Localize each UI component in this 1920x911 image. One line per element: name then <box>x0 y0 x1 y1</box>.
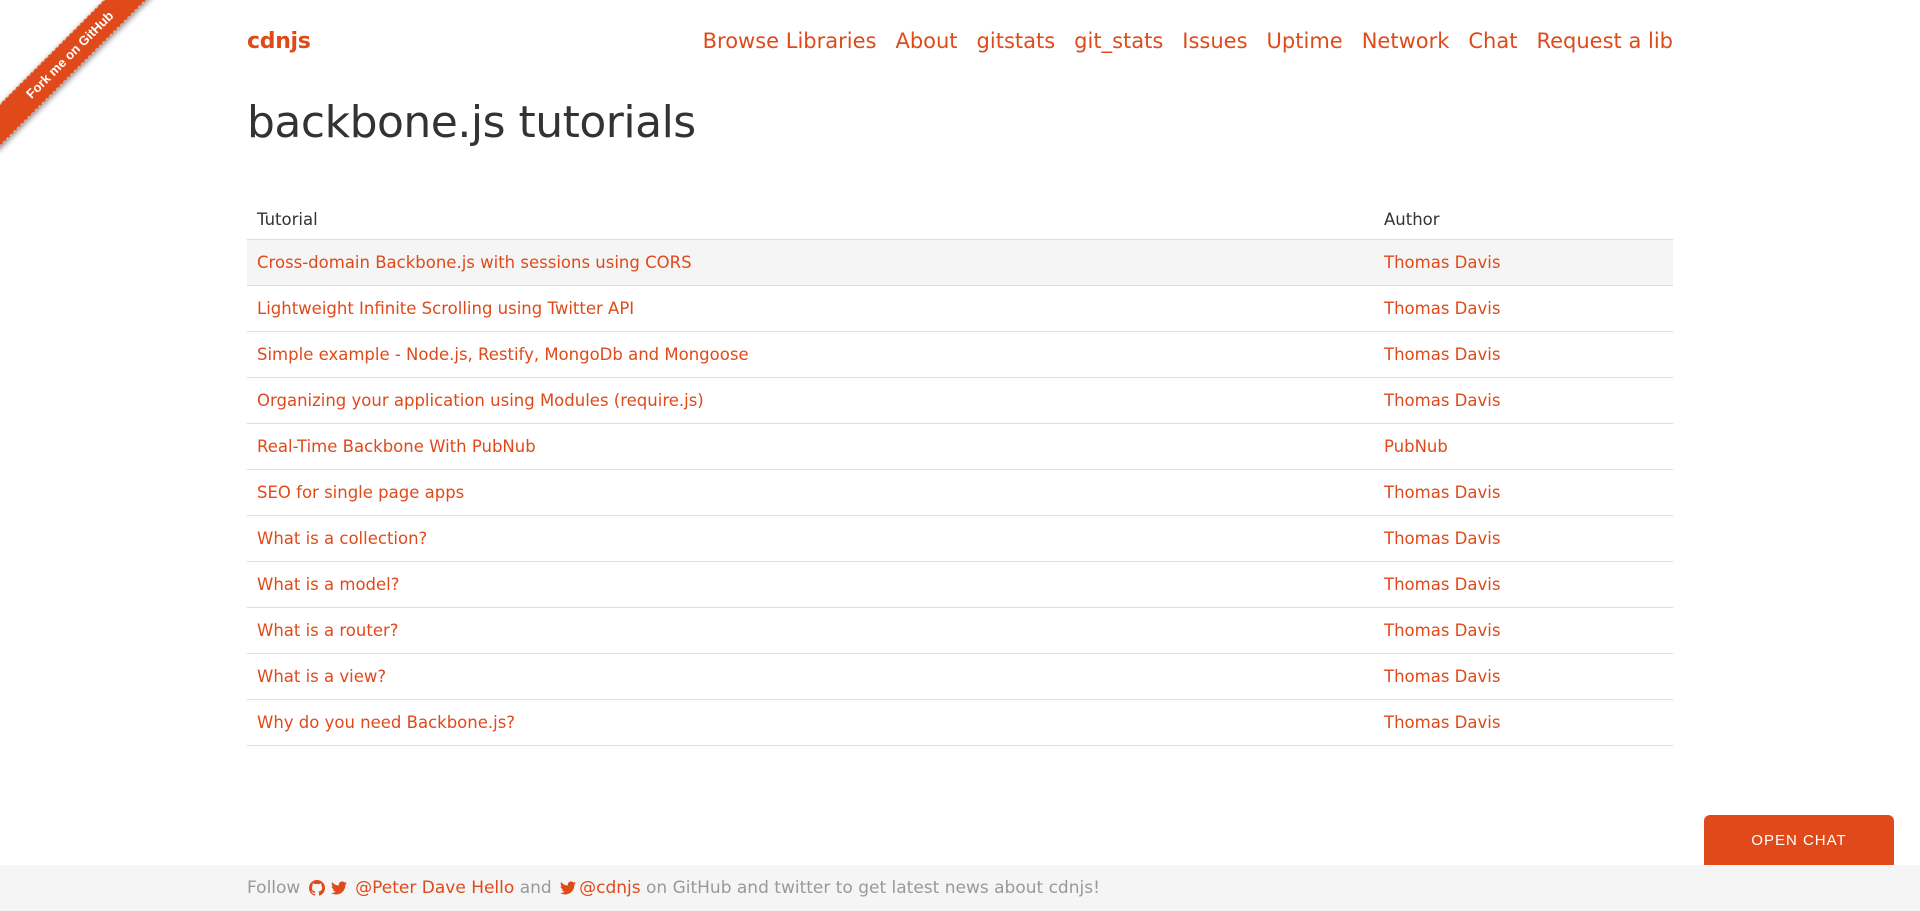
footer-suffix: on GitHub and twitter to get latest news… <box>646 878 1100 898</box>
table-row: Real-Time Backbone With PubNub PubNub <box>247 423 1673 470</box>
author-cell: Thomas Davis <box>1374 653 1673 700</box>
tutorial-link[interactable]: Simple example - Node.js, Restify, Mongo… <box>257 345 749 364</box>
tutorial-cell: What is a collection? <box>247 515 1374 562</box>
table-row: What is a model? Thomas Davis <box>247 561 1673 608</box>
nav-issues[interactable]: Issues <box>1182 29 1247 53</box>
nav-git-stats[interactable]: git_stats <box>1074 29 1163 53</box>
table-row: Why do you need Backbone.js? Thomas Davis <box>247 699 1673 746</box>
table-row: Organizing your application using Module… <box>247 377 1673 424</box>
navbar: cdnjs Browse Libraries About gitstats gi… <box>247 0 1673 82</box>
tutorials-table: Tutorial Author Cross-domain Backbone.js… <box>247 199 1673 746</box>
author-cell: Thomas Davis <box>1374 607 1673 654</box>
tutorial-cell: What is a router? <box>247 607 1374 654</box>
tutorial-cell: Real-Time Backbone With PubNub <box>247 423 1374 470</box>
author-link[interactable]: Thomas Davis <box>1384 529 1500 548</box>
table-row: Lightweight Infinite Scrolling using Twi… <box>247 285 1673 332</box>
main-container: cdnjs Browse Libraries About gitstats gi… <box>247 0 1673 746</box>
tutorial-cell: Why do you need Backbone.js? <box>247 699 1374 746</box>
table-row: What is a router? Thomas Davis <box>247 607 1673 654</box>
nav-gitstats[interactable]: gitstats <box>977 29 1056 53</box>
footer-follow: Follow <box>247 878 301 898</box>
author-cell: Thomas Davis <box>1374 469 1673 516</box>
tutorial-cell: Organizing your application using Module… <box>247 377 1374 424</box>
nav-request-a-lib[interactable]: Request a lib <box>1536 29 1673 53</box>
tutorial-cell: Lightweight Infinite Scrolling using Twi… <box>247 285 1374 332</box>
tutorial-link[interactable]: SEO for single page apps <box>257 483 464 502</box>
nav-links: Browse Libraries About gitstats git_stat… <box>703 29 1673 53</box>
table-header-row: Tutorial Author <box>247 199 1673 240</box>
author-cell: Thomas Davis <box>1374 377 1673 424</box>
tutorial-cell: What is a view? <box>247 653 1374 700</box>
table-row: What is a view? Thomas Davis <box>247 653 1673 700</box>
author-link[interactable]: Thomas Davis <box>1384 621 1500 640</box>
twitter-icon <box>330 881 347 895</box>
author-link[interactable]: Thomas Davis <box>1384 575 1500 594</box>
header-tutorial: Tutorial <box>247 199 1374 240</box>
brand-link[interactable]: cdnjs <box>247 29 311 54</box>
tutorial-link[interactable]: What is a model? <box>257 575 400 594</box>
table-row: SEO for single page apps Thomas Davis <box>247 469 1673 516</box>
table-row: Simple example - Node.js, Restify, Mongo… <box>247 331 1673 378</box>
author-link[interactable]: Thomas Davis <box>1384 391 1500 410</box>
page-title: backbone.js tutorials <box>247 97 696 148</box>
header-author: Author <box>1374 199 1673 240</box>
tutorial-link[interactable]: Lightweight Infinite Scrolling using Twi… <box>257 299 634 318</box>
open-chat-button[interactable]: OPEN CHAT <box>1704 815 1894 865</box>
tutorial-link[interactable]: What is a collection? <box>257 529 427 548</box>
nav-chat[interactable]: Chat <box>1468 29 1517 53</box>
twitter-icon-cdnjs <box>560 881 577 895</box>
footer-text: Follow @Peter Dave Hello and @cdnjs on G… <box>247 865 1100 911</box>
author-cell: Thomas Davis <box>1374 699 1673 746</box>
author-link[interactable]: Thomas Davis <box>1384 483 1500 502</box>
author-link[interactable]: Thomas Davis <box>1384 345 1500 364</box>
tutorial-link[interactable]: Organizing your application using Module… <box>257 391 704 410</box>
tutorial-link[interactable]: Cross-domain Backbone.js with sessions u… <box>257 253 692 272</box>
author-link[interactable]: Thomas Davis <box>1384 667 1500 686</box>
tutorial-cell: What is a model? <box>247 561 1374 608</box>
author-cell: Thomas Davis <box>1374 515 1673 562</box>
nav-uptime[interactable]: Uptime <box>1267 29 1343 53</box>
tutorial-cell: Cross-domain Backbone.js with sessions u… <box>247 239 1374 286</box>
nav-browse-libraries[interactable]: Browse Libraries <box>703 29 877 53</box>
table-row: What is a collection? Thomas Davis <box>247 515 1673 562</box>
author-cell: Thomas Davis <box>1374 561 1673 608</box>
footer-and: and <box>519 878 552 898</box>
author-link[interactable]: PubNub <box>1384 437 1448 456</box>
author-link[interactable]: Thomas Davis <box>1384 299 1500 318</box>
author-cell: Thomas Davis <box>1374 239 1673 286</box>
fork-ribbon-container: Fork me on GitHub <box>0 0 180 180</box>
github-icon <box>308 880 325 896</box>
author-link[interactable]: Thomas Davis <box>1384 253 1500 272</box>
tutorial-cell: Simple example - Node.js, Restify, Mongo… <box>247 331 1374 378</box>
author-link[interactable]: Thomas Davis <box>1384 713 1500 732</box>
author-cell: Thomas Davis <box>1374 285 1673 332</box>
fork-me-ribbon[interactable]: Fork me on GitHub <box>0 0 166 151</box>
author-cell: PubNub <box>1374 423 1673 470</box>
table-row: Cross-domain Backbone.js with sessions u… <box>247 239 1673 286</box>
tutorial-link[interactable]: What is a view? <box>257 667 386 686</box>
tutorial-link[interactable]: What is a router? <box>257 621 399 640</box>
nav-about[interactable]: About <box>895 29 957 53</box>
footer-cdnjs-link[interactable]: @cdnjs <box>579 878 641 898</box>
author-cell: Thomas Davis <box>1374 331 1673 378</box>
footer: Follow @Peter Dave Hello and @cdnjs on G… <box>0 865 1920 911</box>
footer-person-link[interactable]: @Peter Dave Hello <box>355 878 514 898</box>
tutorial-cell: SEO for single page apps <box>247 469 1374 516</box>
tutorial-link[interactable]: Real-Time Backbone With PubNub <box>257 437 536 456</box>
nav-network[interactable]: Network <box>1362 29 1450 53</box>
tutorial-link[interactable]: Why do you need Backbone.js? <box>257 713 515 732</box>
